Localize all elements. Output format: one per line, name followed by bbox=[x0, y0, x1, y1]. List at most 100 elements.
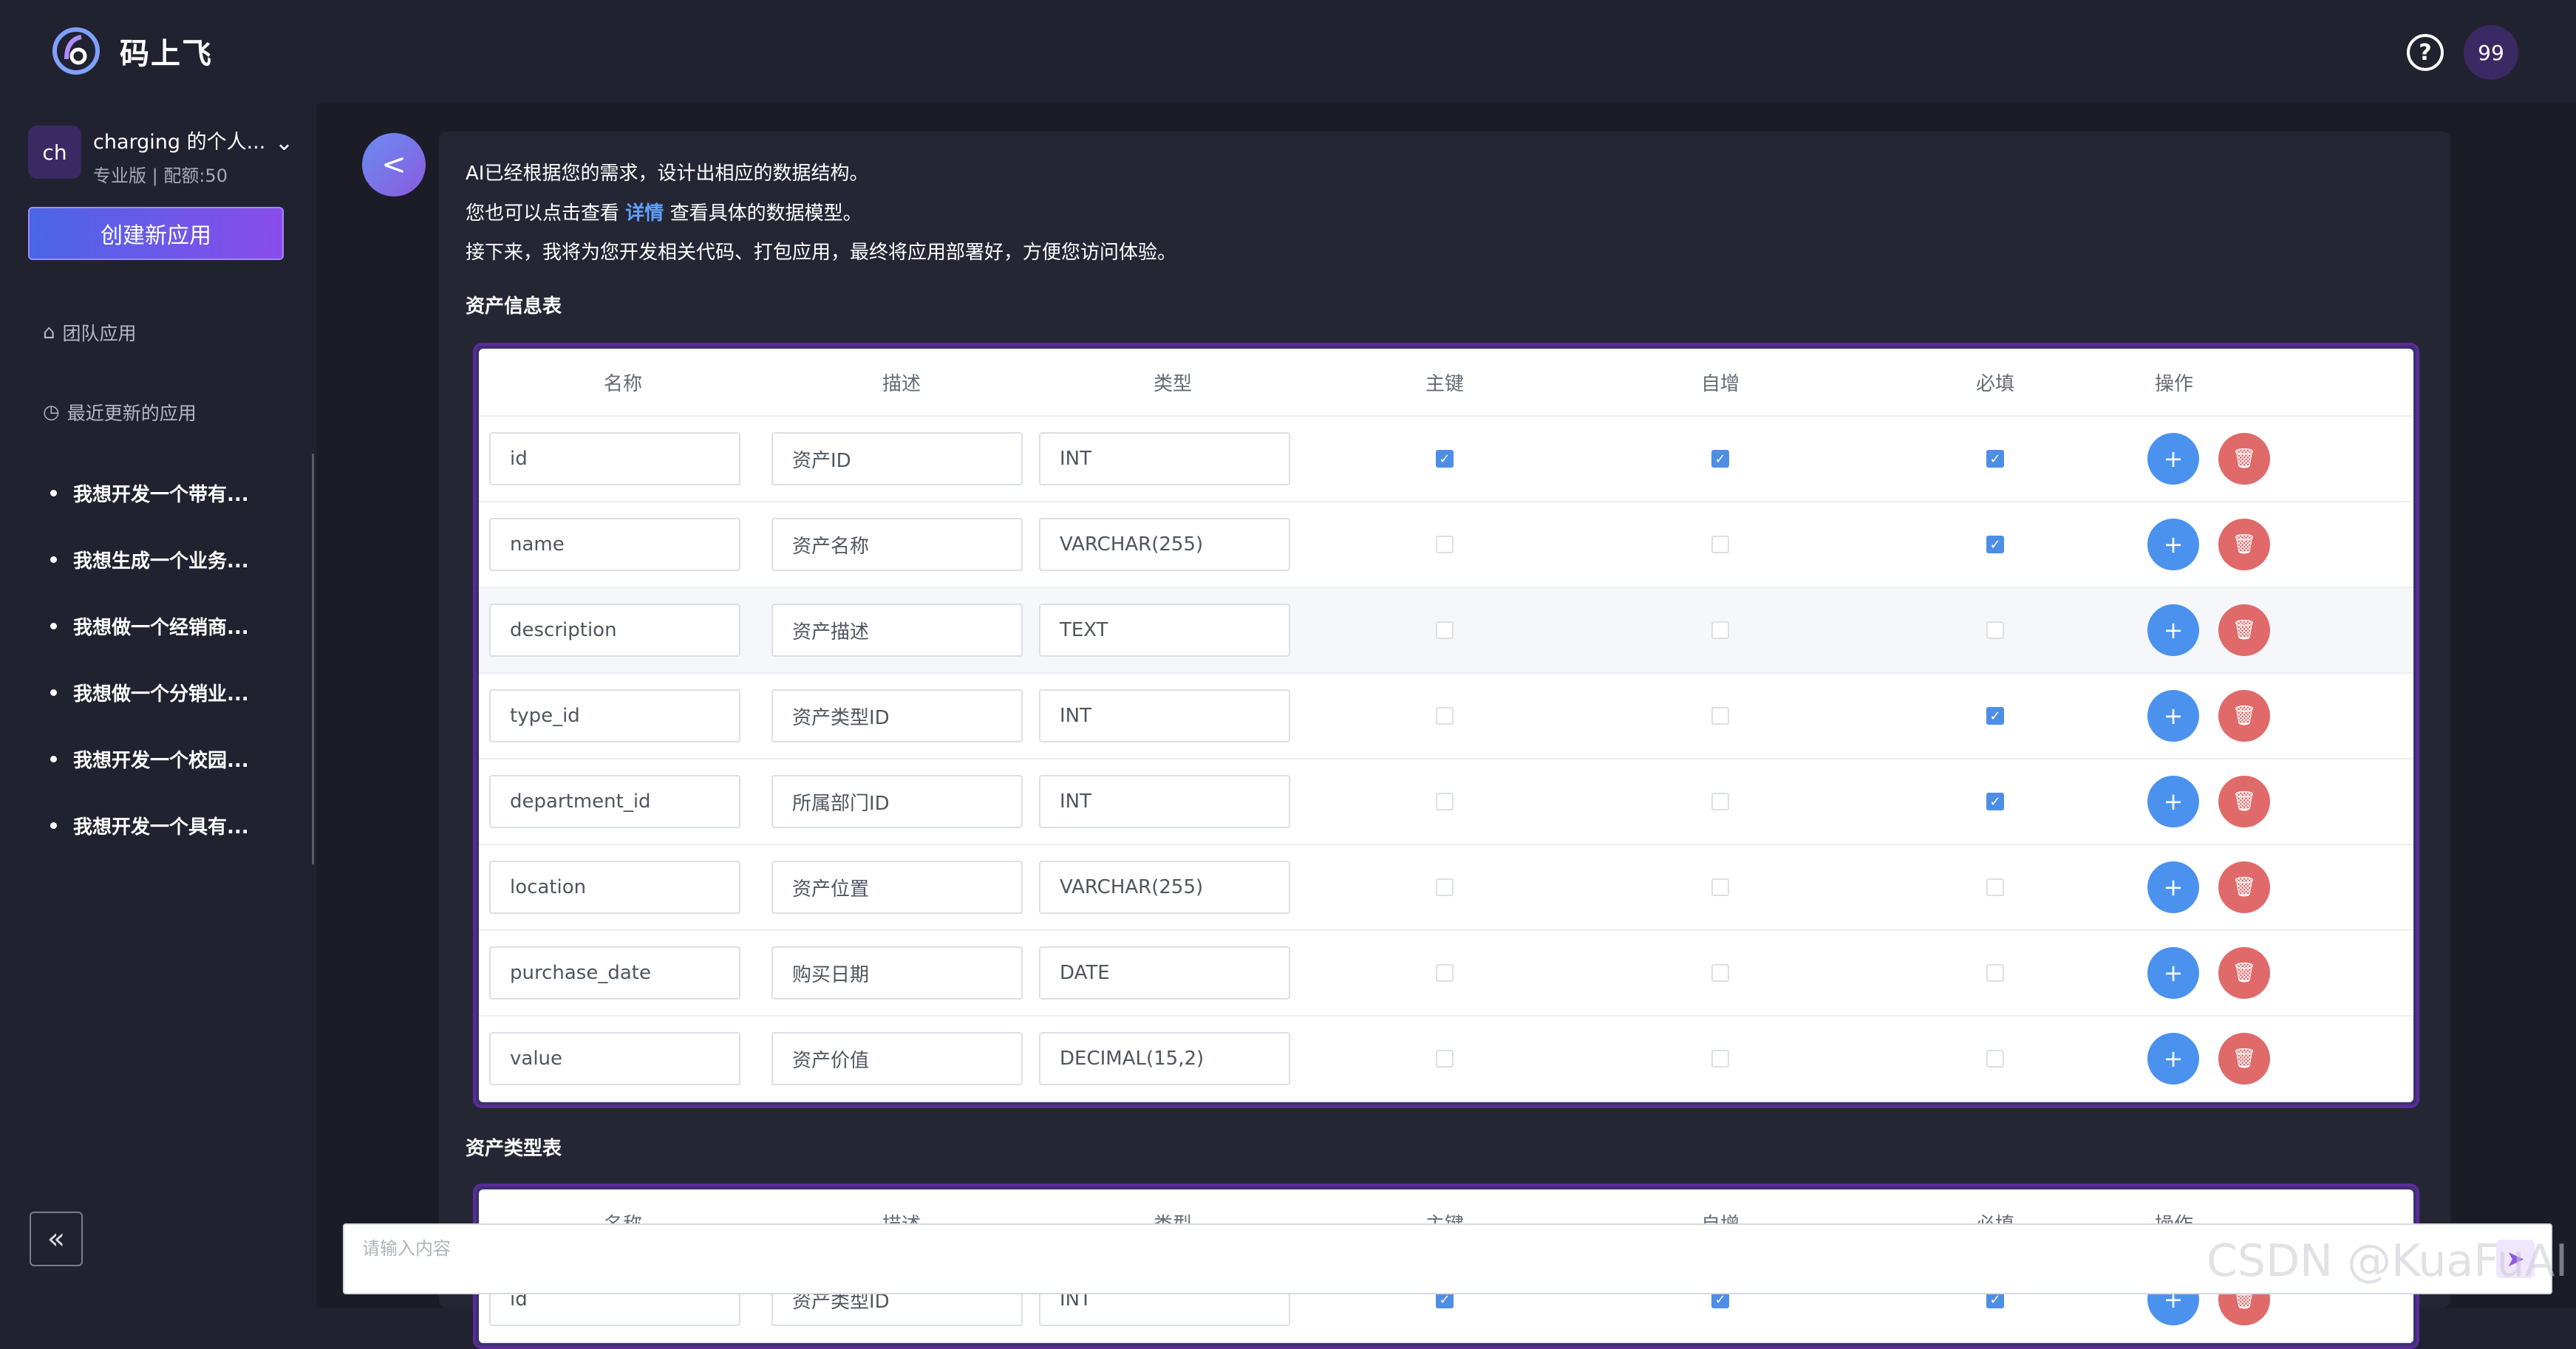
field-type-input[interactable]: INT bbox=[1039, 432, 1290, 485]
field-name-input[interactable]: id bbox=[489, 432, 740, 485]
field-type-input[interactable]: INT bbox=[1039, 689, 1290, 742]
table-row: name 资产名称 VARCHAR(255) ✓ + 🗑 bbox=[479, 502, 2413, 588]
asset-info-table: 名称 描述 类型 主键 自增 必填 操作 id 资产ID INT ✓ ✓ ✓ +… bbox=[473, 343, 2419, 1108]
team-plan-quota: 专业版 | 配额:50 bbox=[93, 165, 228, 186]
delete-row-button[interactable]: 🗑 bbox=[2218, 433, 2270, 485]
field-name-input[interactable]: description bbox=[489, 604, 740, 657]
field-type-input[interactable]: INT bbox=[1039, 775, 1290, 828]
field-desc-input[interactable]: 资产价值 bbox=[771, 1032, 1023, 1085]
sidebar-scrollbar[interactable] bbox=[312, 454, 314, 864]
field-desc-input[interactable]: 所属部门ID bbox=[771, 775, 1023, 828]
delete-row-button[interactable]: 🗑 bbox=[2218, 861, 2270, 913]
chevron-down-icon[interactable]: ⌄ bbox=[275, 130, 293, 156]
recent-app-list: 我想开发一个带有... 我想生成一个业务... 我想做一个经销商... 我想做一… bbox=[50, 460, 249, 858]
delete-row-button[interactable]: 🗑 bbox=[2218, 690, 2270, 742]
required-checkbox[interactable]: ✓ bbox=[1986, 707, 2004, 725]
plus-icon: + bbox=[2163, 616, 2184, 644]
auto-increment-checkbox[interactable] bbox=[1711, 878, 1729, 896]
add-row-button[interactable]: + bbox=[2147, 1033, 2199, 1085]
field-name-input[interactable]: name bbox=[489, 518, 740, 571]
delete-row-button[interactable]: 🗑 bbox=[2218, 947, 2270, 999]
plus-icon: + bbox=[2163, 788, 2184, 816]
team-name[interactable]: charging 的个人... bbox=[93, 126, 265, 154]
table-header: 名称 描述 类型 主键 自增 必填 操作 bbox=[479, 349, 2413, 417]
create-app-button[interactable]: 创建新应用 bbox=[28, 207, 284, 260]
auto-increment-checkbox[interactable] bbox=[1711, 793, 1729, 810]
primary-key-checkbox[interactable]: ✓ bbox=[1436, 450, 1454, 468]
collapse-sidebar-button[interactable]: « bbox=[30, 1212, 83, 1266]
help-icon[interactable]: ? bbox=[2407, 34, 2444, 71]
field-name-input[interactable]: value bbox=[489, 1032, 740, 1085]
field-desc-input[interactable]: 购买日期 bbox=[771, 946, 1023, 1000]
auto-increment-checkbox[interactable]: ✓ bbox=[1711, 450, 1729, 468]
plus-icon: + bbox=[2163, 873, 2184, 901]
primary-key-checkbox[interactable] bbox=[1436, 621, 1454, 639]
field-desc-input[interactable]: 资产名称 bbox=[771, 518, 1023, 571]
add-row-button[interactable]: + bbox=[2147, 776, 2199, 827]
auto-increment-checkbox[interactable] bbox=[1711, 1050, 1729, 1068]
list-item[interactable]: 我想生成一个业务... bbox=[50, 526, 249, 592]
brand-name: 码上飞 bbox=[120, 37, 213, 71]
add-row-button[interactable]: + bbox=[2147, 690, 2199, 742]
delete-row-button[interactable]: 🗑 bbox=[2218, 776, 2270, 827]
delete-row-button[interactable]: 🗑 bbox=[2218, 1033, 2270, 1085]
table-row: id 资产ID INT ✓ ✓ ✓ + 🗑 bbox=[479, 417, 2413, 502]
required-checkbox[interactable]: ✓ bbox=[1986, 536, 2004, 553]
primary-key-checkbox[interactable] bbox=[1436, 878, 1454, 896]
required-checkbox[interactable] bbox=[1986, 1050, 2004, 1068]
list-item[interactable]: 我想开发一个带有... bbox=[50, 460, 249, 526]
field-type-input[interactable]: VARCHAR(255) bbox=[1039, 518, 1290, 571]
plus-icon: + bbox=[2163, 445, 2184, 473]
auto-increment-checkbox[interactable] bbox=[1711, 964, 1729, 982]
required-checkbox[interactable] bbox=[1986, 878, 2004, 896]
field-name-input[interactable]: department_id bbox=[489, 775, 740, 828]
field-type-input[interactable]: VARCHAR(255) bbox=[1039, 861, 1290, 914]
field-name-input[interactable]: location bbox=[489, 861, 740, 914]
required-checkbox[interactable] bbox=[1986, 964, 2004, 982]
field-desc-input[interactable]: 资产ID bbox=[771, 432, 1023, 485]
delete-row-button[interactable]: 🗑 bbox=[2218, 604, 2270, 656]
add-row-button[interactable]: + bbox=[2147, 604, 2199, 656]
primary-key-checkbox[interactable] bbox=[1436, 707, 1454, 725]
app-logo-icon bbox=[52, 27, 100, 75]
field-desc-input[interactable]: 资产类型ID bbox=[771, 689, 1023, 742]
list-item[interactable]: 我想开发一个具有... bbox=[50, 792, 249, 858]
add-row-button[interactable]: + bbox=[2147, 947, 2199, 999]
field-desc-input[interactable]: 资产位置 bbox=[771, 861, 1023, 914]
field-name-input[interactable]: type_id bbox=[489, 689, 740, 742]
field-type-input[interactable]: DATE bbox=[1039, 946, 1290, 1000]
auto-increment-checkbox[interactable] bbox=[1711, 707, 1729, 725]
add-row-button[interactable]: + bbox=[2147, 433, 2199, 485]
table-title: 资产信息表 bbox=[466, 296, 562, 318]
list-item[interactable]: 我想做一个分销业... bbox=[50, 659, 249, 725]
auto-increment-checkbox[interactable] bbox=[1711, 621, 1729, 639]
trash-icon: 🗑 bbox=[2232, 619, 2257, 641]
required-checkbox[interactable]: ✓ bbox=[1986, 793, 2004, 810]
field-type-input[interactable]: TEXT bbox=[1039, 604, 1290, 657]
sidebar-item-team-apps[interactable]: ⌂ 团队应用 bbox=[43, 319, 137, 346]
auto-increment-checkbox[interactable] bbox=[1711, 536, 1729, 553]
trash-icon: 🗑 bbox=[2232, 876, 2257, 898]
sidebar-item-recent-apps[interactable]: ◷ 最近更新的应用 bbox=[43, 399, 197, 426]
field-desc-input[interactable]: 资产描述 bbox=[771, 604, 1023, 657]
add-row-button[interactable]: + bbox=[2147, 861, 2199, 913]
trash-icon: 🗑 bbox=[2232, 962, 2257, 984]
add-row-button[interactable]: + bbox=[2147, 519, 2199, 570]
chat-input[interactable] bbox=[362, 1234, 2431, 1263]
primary-key-checkbox[interactable] bbox=[1436, 964, 1454, 982]
primary-key-checkbox[interactable] bbox=[1436, 1050, 1454, 1068]
field-name-input[interactable]: purchase_date bbox=[489, 946, 740, 1000]
plus-icon: + bbox=[2163, 959, 2184, 987]
user-avatar[interactable]: 99 bbox=[2464, 25, 2518, 80]
required-checkbox[interactable]: ✓ bbox=[1986, 450, 2004, 468]
team-avatar[interactable]: ch bbox=[28, 126, 81, 179]
primary-key-checkbox[interactable] bbox=[1436, 793, 1454, 810]
list-item[interactable]: 我想做一个经销商... bbox=[50, 592, 249, 659]
detail-link[interactable]: 详情 bbox=[625, 202, 664, 225]
required-checkbox[interactable] bbox=[1986, 621, 2004, 639]
delete-row-button[interactable]: 🗑 bbox=[2218, 519, 2270, 570]
list-item[interactable]: 我想开发一个校园... bbox=[50, 725, 249, 792]
primary-key-checkbox[interactable] bbox=[1436, 536, 1454, 553]
field-type-input[interactable]: DECIMAL(15,2) bbox=[1039, 1032, 1290, 1085]
table-row: type_id 资产类型ID INT ✓ + 🗑 bbox=[479, 674, 2413, 759]
